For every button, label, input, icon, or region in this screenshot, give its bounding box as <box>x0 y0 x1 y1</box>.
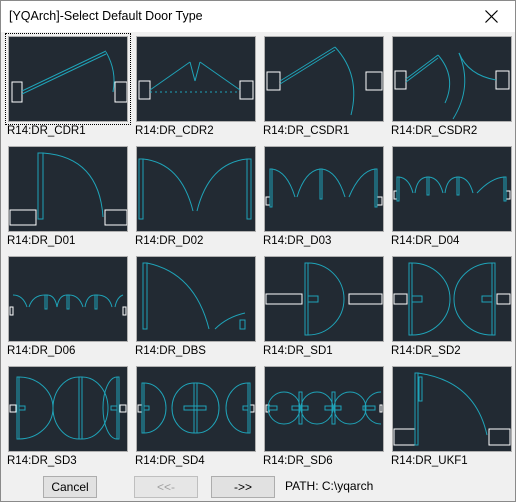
door-csdr1-icon <box>266 46 383 116</box>
window-title: [YQArch]-Select Default Door Type <box>9 9 203 23</box>
door-preview <box>392 366 512 452</box>
door-option-ukf1[interactable]: R14:DR_UKF1 <box>391 366 512 471</box>
door-option-d02[interactable]: R14:DR_D02 <box>135 146 256 251</box>
door-option-cdr1[interactable]: R14:DR_CDR1 <box>5 33 131 141</box>
door-option-sd2[interactable]: R14:DR_SD2 <box>391 256 512 361</box>
door-csdr2-icon <box>394 52 510 120</box>
door-label: R14:DR_D02 <box>135 235 204 247</box>
door-option-sd3[interactable]: R14:DR_SD3 <box>7 366 128 471</box>
door-ukf1-icon <box>393 372 511 446</box>
door-label: R14:DR_CDR1 <box>7 125 86 137</box>
door-cdr2-icon <box>138 61 254 100</box>
door-label: R14:DR_SD4 <box>135 455 205 467</box>
door-option-sd4[interactable]: R14:DR_SD4 <box>135 366 256 471</box>
door-d03-icon <box>265 168 383 208</box>
door-preview <box>136 36 256 122</box>
door-preview <box>392 146 512 232</box>
door-label: R14:DR_DBS <box>135 345 206 357</box>
door-label: R14:DR_SD2 <box>391 345 461 357</box>
door-label: R14:DR_D03 <box>263 235 332 247</box>
door-d01-icon <box>9 152 127 226</box>
door-option-d06[interactable]: R14:DR_D06 <box>7 256 128 361</box>
door-label: R14:DR_D01 <box>7 235 76 247</box>
next-page-button[interactable]: ->> <box>211 476 275 498</box>
door-preview <box>264 36 384 122</box>
door-option-cdr2[interactable]: R14:DR_CDR2 <box>135 36 256 141</box>
close-icon <box>485 10 498 23</box>
cancel-button[interactable]: Cancel <box>43 476 97 498</box>
door-d04-icon <box>393 176 511 202</box>
door-dbs-icon <box>142 262 246 330</box>
door-d02-icon <box>138 158 252 220</box>
door-option-csdr2[interactable]: R14:DR_CSDR2 <box>391 36 512 141</box>
door-preview <box>264 366 384 452</box>
door-label: R14:DR_D06 <box>7 345 76 357</box>
door-label: R14:DR_SD3 <box>7 455 77 467</box>
door-preview <box>8 256 128 342</box>
door-preview <box>8 146 128 232</box>
door-label: R14:DR_SD1 <box>263 345 333 357</box>
door-label: R14:DR_CSDR1 <box>263 125 350 137</box>
door-option-sd1[interactable]: R14:DR_SD1 <box>263 256 384 361</box>
door-preview <box>392 256 512 342</box>
door-option-d04[interactable]: R14:DR_D04 <box>391 146 512 251</box>
door-label: R14:DR_CDR2 <box>135 125 214 137</box>
door-preview <box>136 256 256 342</box>
door-type-grid: R14:DR_CDR1 R14:DR_CDR2 R14:DR_CSDR1 R14… <box>1 32 515 472</box>
title-bar: [YQArch]-Select Default Door Type <box>1 1 515 32</box>
close-button[interactable] <box>469 1 515 32</box>
door-label: R14:DR_SD6 <box>263 455 333 467</box>
door-preview <box>264 256 384 342</box>
door-preview <box>8 366 128 452</box>
dialog-window: [YQArch]-Select Default Door Type R14:DR… <box>0 0 516 502</box>
door-option-dbs[interactable]: R14:DR_DBS <box>135 256 256 361</box>
door-sd2-icon <box>393 262 511 336</box>
door-preview <box>136 366 256 452</box>
door-preview <box>136 146 256 232</box>
door-label: R14:DR_D04 <box>391 235 460 247</box>
door-option-d01[interactable]: R14:DR_D01 <box>7 146 128 251</box>
door-preview <box>392 36 512 122</box>
path-label: PATH: C:\yqarch <box>285 479 374 493</box>
door-label: R14:DR_CSDR2 <box>391 125 478 137</box>
door-sd3-icon <box>9 376 127 440</box>
door-preview <box>264 146 384 232</box>
door-d06-icon <box>9 294 127 316</box>
door-option-d03[interactable]: R14:DR_D03 <box>263 146 384 251</box>
door-preview <box>5 33 131 125</box>
previous-page-button[interactable]: <<- <box>134 476 198 498</box>
door-label: R14:DR_UKF1 <box>391 455 468 467</box>
door-option-csdr1[interactable]: R14:DR_CSDR1 <box>263 36 384 141</box>
door-sd4-icon <box>137 382 255 434</box>
door-sd1-icon <box>265 262 383 336</box>
door-sd6-icon <box>265 391 383 425</box>
door-cdr1-icon <box>11 50 127 103</box>
door-option-sd6[interactable]: R14:DR_SD6 <box>263 366 384 471</box>
